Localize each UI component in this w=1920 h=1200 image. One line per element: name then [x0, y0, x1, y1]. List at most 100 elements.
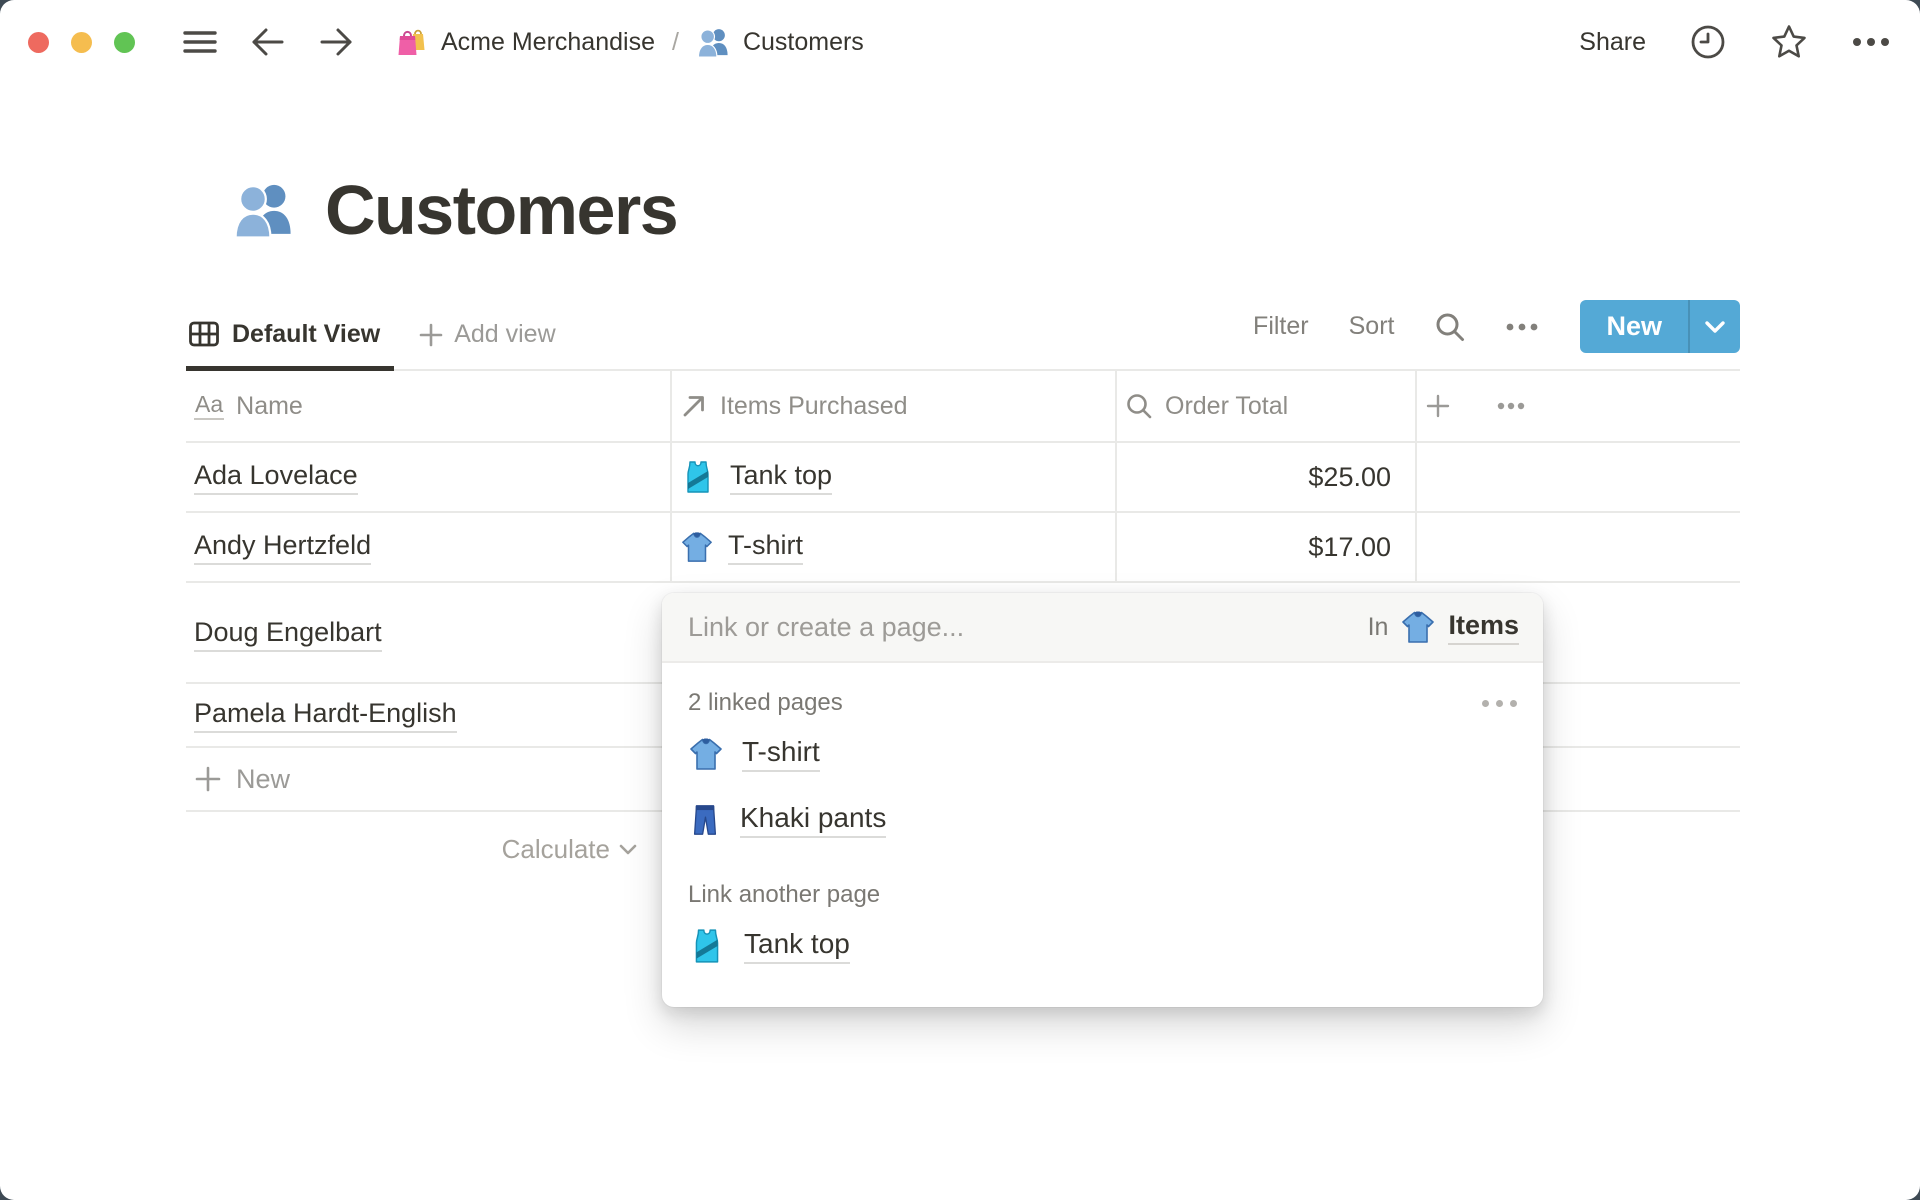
star-icon	[1770, 24, 1808, 60]
item-page-link-label: Tank top	[730, 460, 833, 495]
favorite-button[interactable]	[1770, 24, 1808, 60]
relation-link-popup: Link or create a page... In Items 2 link…	[662, 593, 1543, 1007]
t-shirt-icon	[688, 735, 724, 773]
breadcrumb-page[interactable]: Customers	[696, 25, 864, 60]
back-button[interactable]	[251, 27, 285, 57]
plus-icon	[1425, 393, 1451, 419]
people-icon	[696, 25, 731, 60]
customer-page-link[interactable]: Ada Lovelace	[194, 460, 358, 495]
sidebar-menu-button[interactable]	[183, 28, 217, 56]
ellipsis-icon	[1506, 323, 1538, 331]
cell-name[interactable]: Doug Engelbart	[186, 583, 672, 683]
customer-page-link[interactable]: Pamela Hardt-English	[194, 698, 457, 733]
cell-name[interactable]: Ada Lovelace	[186, 443, 672, 511]
t-shirt-icon	[1400, 608, 1436, 646]
new-row-label: New	[236, 763, 291, 794]
rollup-property-icon	[1125, 392, 1153, 420]
customer-page-link[interactable]: Doug Engelbart	[194, 617, 382, 652]
sort-button[interactable]: Sort	[1349, 312, 1395, 341]
plus-icon	[194, 765, 222, 793]
people-icon[interactable]	[231, 177, 297, 243]
close-window-button[interactable]	[28, 31, 49, 53]
calculate-label: Calculate	[501, 833, 610, 864]
new-record-button[interactable]: New	[1580, 300, 1740, 353]
order-total-value: $25.00	[1308, 461, 1391, 492]
chevron-down-icon	[1704, 320, 1726, 334]
calculate-button[interactable]: Calculate	[186, 812, 672, 886]
tab-default-view[interactable]: Default View	[186, 304, 395, 371]
search-icon	[1434, 311, 1466, 343]
tab-default-view-label: Default View	[232, 319, 381, 348]
popup-body: 2 linked pages T-shirt Khaki pants Link …	[662, 663, 1543, 1007]
breadcrumb: Acme Merchandise / Customers	[393, 24, 864, 60]
minimize-window-button[interactable]	[71, 31, 92, 53]
jeans-icon	[688, 801, 722, 839]
hamburger-icon	[183, 28, 217, 56]
customer-page-link[interactable]: Andy Hertzfeld	[194, 530, 372, 565]
cell-name[interactable]: Pamela Hardt-English	[186, 684, 672, 746]
filter-button[interactable]: Filter	[1253, 312, 1309, 341]
chevron-down-icon	[618, 843, 638, 856]
column-header-order-total[interactable]: Order Total	[1117, 371, 1417, 441]
relation-property-icon	[680, 392, 708, 420]
updates-button[interactable]	[1690, 24, 1726, 60]
link-another-section-label: Link another page	[688, 881, 881, 908]
linked-page-item[interactable]: Khaki pants	[688, 787, 1517, 853]
add-column-button[interactable]	[1425, 393, 1451, 419]
back-arrow-icon	[251, 27, 285, 57]
forward-arrow-icon	[319, 27, 353, 57]
view-bar: Default View Add view Filter Sort New	[186, 300, 1740, 371]
cell-name[interactable]: Andy Hertzfeld	[186, 513, 672, 581]
add-view-label: Add view	[454, 320, 556, 348]
table-options-button[interactable]	[1497, 402, 1525, 410]
in-target-database-link[interactable]: Items	[1448, 610, 1519, 645]
tank-top-icon	[680, 459, 716, 495]
traffic-lights	[28, 31, 135, 53]
linked-pages-options-button[interactable]	[1482, 699, 1517, 707]
cell-order-total[interactable]: $25.00	[1117, 443, 1417, 511]
breadcrumb-separator: /	[671, 27, 679, 56]
breadcrumb-workspace-label: Acme Merchandise	[441, 27, 655, 56]
link-search-input[interactable]: Link or create a page...	[688, 612, 1368, 643]
table-header-row: Aa Name Items Purchased Order Total	[186, 371, 1740, 443]
table-row: Andy Hertzfeld T-shirt $17.00	[186, 513, 1740, 583]
linked-pages-section-label: 2 linked pages	[688, 689, 843, 716]
item-page-link[interactable]: Tank top	[680, 459, 833, 495]
suggested-page-item[interactable]: Tank top	[688, 913, 1517, 979]
share-button[interactable]: Share	[1579, 28, 1646, 57]
app-window: Acme Merchandise / Customers Share Custo…	[0, 0, 1920, 1200]
suggested-page-label: Tank top	[744, 928, 850, 964]
forward-button[interactable]	[319, 27, 353, 57]
new-record-dropdown[interactable]	[1688, 300, 1740, 353]
ellipsis-icon	[1852, 37, 1890, 47]
cell-items-purchased[interactable]: T-shirt	[672, 513, 1117, 581]
item-page-link-label: T-shirt	[728, 530, 804, 565]
page-title: Customers	[231, 170, 1740, 250]
linked-page-item[interactable]: T-shirt	[688, 721, 1517, 787]
column-header-items-label: Items Purchased	[720, 391, 908, 420]
order-total-value: $17.00	[1308, 531, 1391, 562]
ellipsis-icon	[1482, 699, 1517, 707]
breadcrumb-page-label: Customers	[742, 27, 864, 56]
column-header-name[interactable]: Aa Name	[186, 371, 672, 441]
window-toolbar: Acme Merchandise / Customers Share	[0, 0, 1920, 84]
cell-order-total[interactable]: $17.00	[1117, 513, 1417, 581]
shopping-bags-icon	[393, 24, 429, 60]
item-page-link[interactable]: T-shirt	[680, 529, 804, 565]
breadcrumb-workspace[interactable]: Acme Merchandise	[393, 24, 655, 60]
page-title-text[interactable]: Customers	[325, 170, 679, 250]
search-button[interactable]	[1434, 311, 1466, 343]
column-header-name-label: Name	[236, 391, 303, 420]
table-row: Ada Lovelace Tank top $25.00	[186, 443, 1740, 513]
table-view-icon	[188, 318, 220, 350]
zoom-window-button[interactable]	[114, 31, 135, 53]
new-record-button-label: New	[1606, 311, 1662, 341]
cell-items-purchased[interactable]: Tank top	[672, 443, 1117, 511]
more-options-button[interactable]	[1852, 37, 1890, 47]
linked-page-label: T-shirt	[742, 736, 820, 772]
in-label: In	[1367, 612, 1389, 641]
column-header-items-purchased[interactable]: Items Purchased	[672, 371, 1117, 441]
view-options-button[interactable]	[1506, 323, 1538, 331]
add-view-button[interactable]: Add view	[394, 306, 573, 367]
column-header-total-label: Order Total	[1165, 391, 1289, 420]
